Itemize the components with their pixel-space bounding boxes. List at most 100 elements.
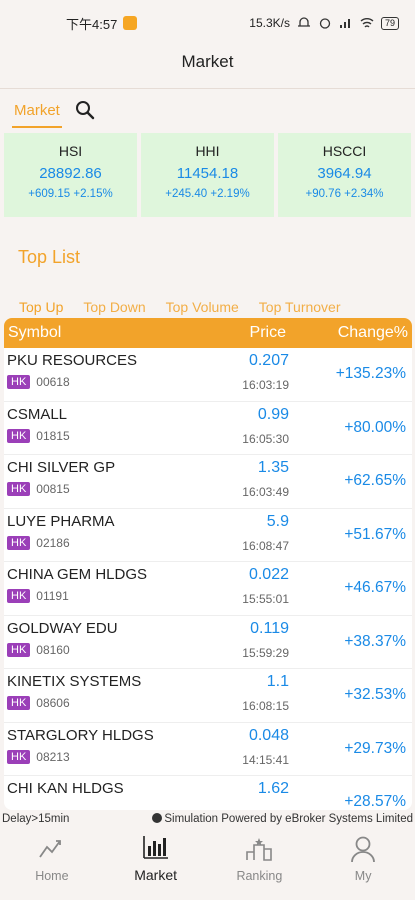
index-name: HSI <box>58 143 83 159</box>
index-card-hscci[interactable]: HSCCI 3964.94 +90.76 +2.34% <box>278 133 411 217</box>
stock-code: 02186 <box>36 535 70 550</box>
signal-icon <box>339 19 350 28</box>
table-row[interactable]: CSMALL HK 01815 0.99 16:05:30 +80.00% <box>4 402 412 455</box>
column-header-symbol[interactable]: Symbol <box>4 324 172 342</box>
toplist-table[interactable]: Symbol Price Change% PKU RESOURCES HK 00… <box>4 318 412 810</box>
user-icon <box>348 835 378 863</box>
status-bar: 下午4:57 15.3K/s 79 <box>0 0 415 46</box>
stock-price: 0.207 <box>248 352 289 369</box>
nav-label: Ranking <box>236 869 283 883</box>
market-badge: HK <box>7 642 31 657</box>
index-name: HSCCI <box>322 143 367 159</box>
index-change: +90.76 +2.34% <box>305 188 384 200</box>
index-value: 28892.86 <box>39 165 102 182</box>
stock-name: GOLDWAY EDU <box>7 619 118 637</box>
stock-code: 00618 <box>36 375 70 389</box>
index-value: 3964.94 <box>317 165 372 182</box>
market-badge: HK <box>7 696 31 710</box>
stock-price: 0.048 <box>248 726 289 744</box>
footer-note: Delay>15min Simulation Powered by eBroke… <box>0 813 415 833</box>
price-time: 16:08:47 <box>242 538 289 553</box>
change-percent: +135.23% <box>335 365 406 383</box>
market-badge: HK <box>7 749 31 764</box>
change-percent: +28.57% <box>344 793 406 810</box>
stock-code: 08160 <box>36 642 70 657</box>
market-bar-chart-icon <box>141 833 171 861</box>
index-change: +245.40 +2.19% <box>165 188 250 200</box>
market-badge: HK <box>7 428 31 443</box>
stock-name: PKU RESOURCES <box>7 352 138 369</box>
battery-icon: 79 <box>380 16 399 30</box>
nav-home[interactable]: Home <box>0 833 104 893</box>
price-time: 16:05:30 <box>242 431 289 446</box>
stock-price: 1.35 <box>257 459 289 476</box>
price-time: 15:55:01 <box>242 592 289 606</box>
change-percent: +62.65% <box>344 472 406 490</box>
column-header-price[interactable]: Price <box>172 324 292 342</box>
toplist-title: Top List <box>18 247 81 267</box>
stock-code: 01191 <box>36 589 69 603</box>
table-row[interactable]: PKU RESOURCES HK 00618 0.207 16:03:19 +1… <box>4 348 412 402</box>
stock-name: STARGLORY HLDGS <box>7 726 154 744</box>
index-cards: HSI 28892.86 +609.15 +2.15% HHI 11454.18… <box>0 133 415 217</box>
stock-price: 0.022 <box>248 566 289 583</box>
market-badge: HK <box>7 375 31 389</box>
table-row[interactable]: KINETIX SYSTEMS HK 08606 1.1 16:08:15 +3… <box>4 669 412 723</box>
table-row[interactable]: STARGLORY HLDGS HK 08213 0.048 14:15:41 … <box>4 723 412 776</box>
change-percent: +46.67% <box>344 579 406 597</box>
price-time: 14:15:41 <box>242 752 289 767</box>
bell-icon <box>297 17 310 27</box>
price-time: 16:08:15 <box>242 699 289 713</box>
index-card-hhi[interactable]: HHI 11454.18 +245.40 +2.19% <box>141 133 274 217</box>
stock-name: KINETIX SYSTEMS <box>7 673 142 690</box>
table-body: PKU RESOURCES HK 00618 0.207 16:03:19 +1… <box>4 348 412 810</box>
notification-icon <box>123 16 138 30</box>
change-percent: +51.67% <box>344 525 406 543</box>
change-percent: +80.00% <box>344 418 406 436</box>
stock-price: 5.9 <box>266 512 289 530</box>
search-icon[interactable] <box>74 99 96 121</box>
stock-name: CSMALL <box>7 405 68 423</box>
tab-market[interactable]: Market <box>12 93 62 128</box>
nav-label: My <box>354 869 372 883</box>
nav-market[interactable]: Market <box>104 833 208 893</box>
table-row[interactable]: CHI SILVER GP HK 00815 1.35 16:03:49 +62… <box>4 455 412 509</box>
net-speed: 15.3K/s <box>249 16 290 30</box>
index-name: HHI <box>195 143 220 159</box>
table-row[interactable]: CHINA GEM HLDGS HK 01191 0.022 15:55:01 … <box>4 562 412 616</box>
podium-icon <box>244 835 274 863</box>
wifi-icon <box>360 18 374 28</box>
stock-name: CHI KAN HLDGS <box>7 780 124 797</box>
page-title: Market <box>181 52 234 71</box>
market-badge: HK <box>7 589 31 603</box>
table-row[interactable]: GOLDWAY EDU HK 08160 0.119 15:59:29 +38.… <box>4 616 412 669</box>
alarm-icon <box>319 18 331 29</box>
stock-code: 08606 <box>36 696 70 710</box>
change-percent: +38.37% <box>344 632 406 650</box>
table-header: Symbol Price Change% <box>4 318 412 348</box>
index-card-hsi[interactable]: HSI 28892.86 +609.15 +2.15% <box>4 133 137 217</box>
nav-label: Market <box>134 867 178 883</box>
nav-my[interactable]: My <box>311 833 415 893</box>
stock-code: 01815 <box>36 428 70 443</box>
home-chart-icon <box>37 835 67 863</box>
column-header-change[interactable]: Change% <box>292 324 412 342</box>
stock-price: 0.119 <box>250 619 289 637</box>
stock-name: CHINA GEM HLDGS <box>7 566 148 583</box>
powered-note: Simulation Powered by eBroker Systems Li… <box>164 813 413 825</box>
table-row[interactable]: CHI KAN HLDGS 1.62 +28.57% <box>4 776 412 810</box>
market-badge: HK <box>7 535 31 550</box>
change-percent: +29.73% <box>344 739 406 757</box>
nav-label: Home <box>35 869 69 883</box>
price-time: 16:03:19 <box>242 378 289 392</box>
stock-price: 1.1 <box>266 673 289 690</box>
market-tabs: Market <box>0 89 415 131</box>
info-icon <box>152 813 163 823</box>
index-value: 11454.18 <box>176 165 239 182</box>
nav-ranking[interactable]: Ranking <box>208 833 312 893</box>
stock-code: 00815 <box>36 482 70 496</box>
price-time: 15:59:29 <box>242 645 289 660</box>
change-percent: +32.53% <box>344 686 406 704</box>
delay-note: Delay>15min <box>2 813 70 825</box>
table-row[interactable]: LUYE PHARMA HK 02186 5.9 16:08:47 +51.67… <box>4 509 412 562</box>
